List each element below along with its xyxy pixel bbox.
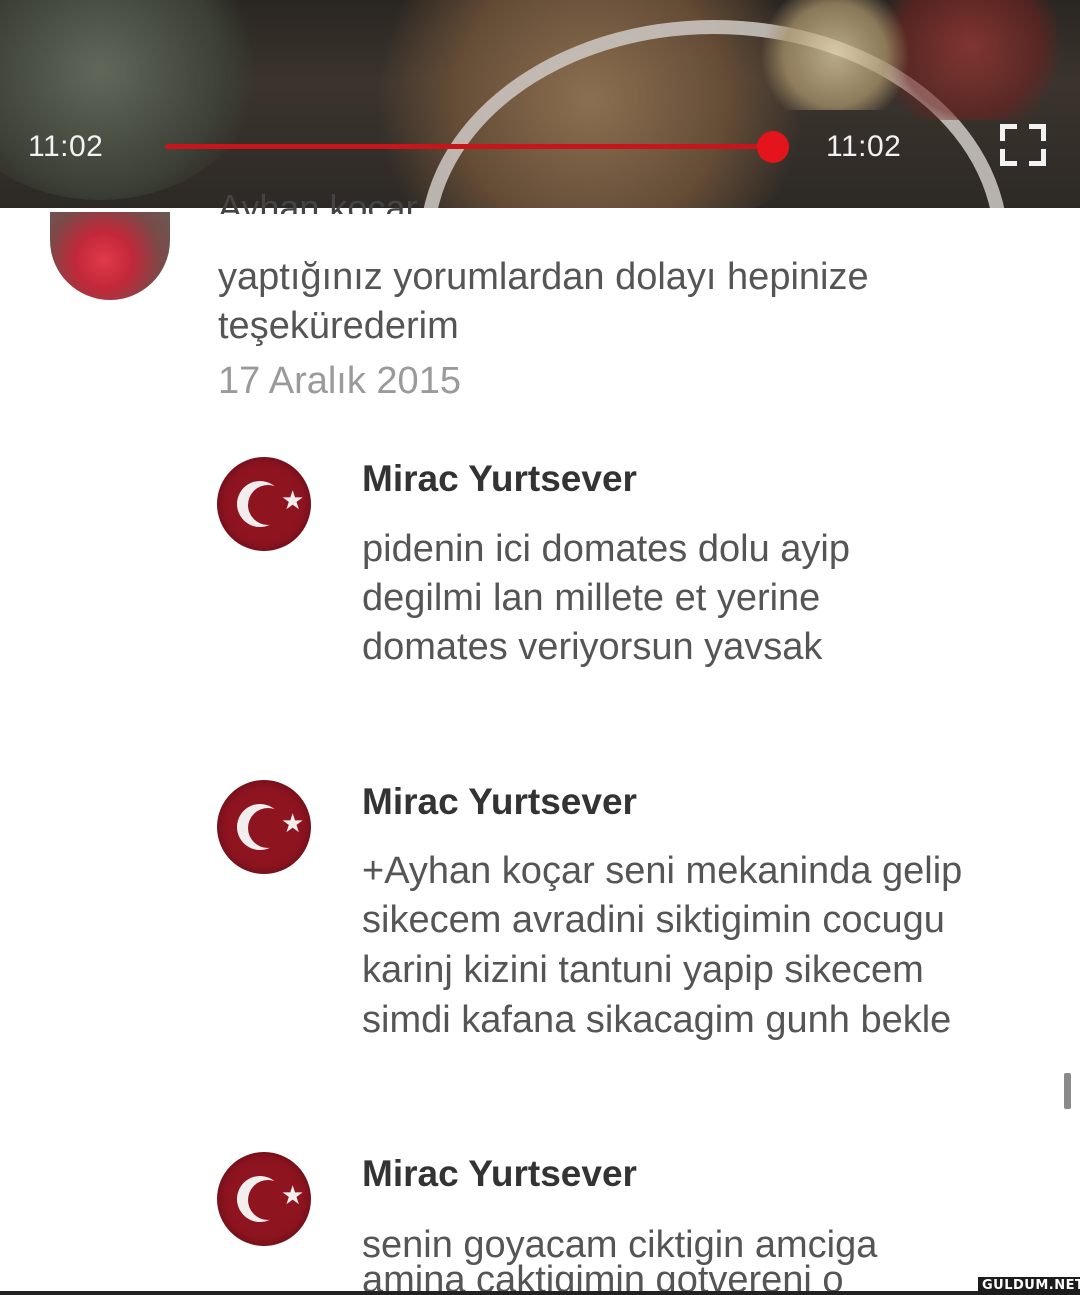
star-icon: ★: [281, 809, 305, 839]
seek-handle[interactable]: [757, 131, 789, 163]
comment-author[interactable]: Ayhan koçar: [218, 180, 417, 215]
reply-text-line: amina caktigimin gotvereni o: [362, 1259, 844, 1291]
duration-time: 11:02: [826, 130, 902, 163]
reply-text-line: karinj kizini tantuni yapip sikecem: [362, 949, 924, 991]
seek-bar[interactable]: [165, 144, 773, 149]
avatar[interactable]: ★: [217, 780, 311, 874]
reply-text-line: pidenin ici domates dolu ayip: [362, 528, 850, 570]
video-frame-shape: [0, 0, 260, 200]
watermark: GULDUM.NET: [978, 1277, 1080, 1295]
reply-text-line: +Ayhan koçar seni mekaninda gelip: [362, 850, 963, 892]
reply-author[interactable]: Mirac Yurtsever: [362, 458, 637, 500]
reply-text-line: degilmi lan millete et yerine: [362, 577, 821, 619]
video-player[interactable]: 11:02 11:02: [0, 0, 1080, 208]
avatar[interactable]: ★: [217, 457, 311, 551]
divider: [0, 1291, 1080, 1295]
reply-text-line: sikecem avradini siktigimin cocugu: [362, 899, 945, 941]
star-icon: ★: [281, 1181, 305, 1211]
video-frame-shape: [760, 0, 910, 110]
comment-date: 17 Aralık 2015: [218, 360, 461, 402]
reply-author[interactable]: Mirac Yurtsever: [362, 781, 637, 823]
current-time: 11:02: [28, 130, 104, 163]
fullscreen-icon[interactable]: [1000, 124, 1046, 166]
reply-text-line: domates veriyorsun yavsak: [362, 626, 823, 668]
crescent-icon: [237, 481, 283, 527]
avatar[interactable]: ★: [217, 1152, 311, 1246]
reply-author[interactable]: Mirac Yurtsever: [362, 1153, 637, 1195]
crescent-icon: [237, 804, 283, 850]
comment-text-line: teşekürederim: [218, 305, 459, 347]
crescent-icon: [237, 1176, 283, 1222]
star-icon: ★: [281, 486, 305, 516]
reply-text-line: simdi kafana sikacagim gunh bekle: [362, 999, 952, 1041]
comment-text-line: yaptığınız yorumlardan dolayı hepinize: [218, 256, 869, 298]
scrollbar[interactable]: [1064, 1073, 1071, 1109]
avatar[interactable]: [50, 212, 170, 300]
reply-text-clipped: amina caktigimin gotvereni o: [362, 1255, 1022, 1291]
